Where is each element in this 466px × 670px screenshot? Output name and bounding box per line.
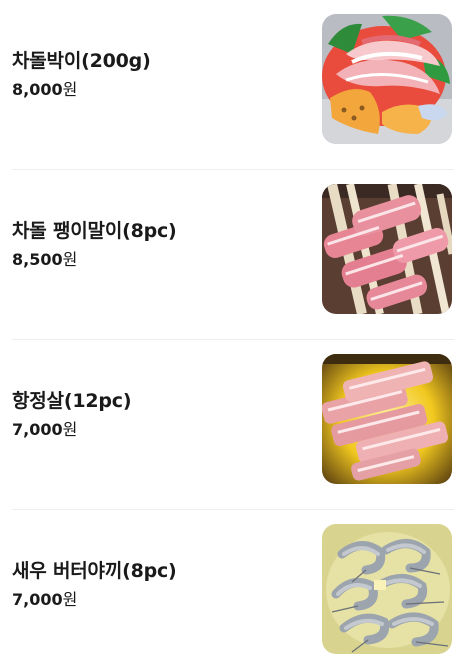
price-currency: 원: [62, 80, 78, 99]
price-value: 7,000: [12, 420, 63, 439]
menu-item-name: 새우 버터야끼(8pc): [12, 560, 177, 582]
pork-jowl-photo[interactable]: [322, 354, 452, 484]
price-value: 8,500: [12, 250, 63, 269]
price-value: 8,000: [12, 80, 63, 99]
menu-item-enoki-roll[interactable]: 차돌 팽이말이(8pc) 8,500원: [0, 170, 466, 340]
menu-item-text: 차돌박이(200g) 8,000원: [12, 48, 151, 101]
menu-item-hangjeongsal[interactable]: 항정살(12pc) 7,000원: [0, 340, 466, 510]
menu-item-price: 8,000원: [12, 79, 151, 101]
menu-item-text: 차돌 팽이말이(8pc) 8,500원: [12, 218, 177, 271]
shrimp-photo[interactable]: [322, 524, 452, 654]
price-value: 7,000: [12, 590, 63, 609]
menu-item-price: 7,000원: [12, 419, 131, 441]
price-currency: 원: [62, 590, 78, 609]
brisket-photo[interactable]: [322, 14, 452, 144]
menu-item-text: 새우 버터야끼(8pc) 7,000원: [12, 558, 177, 611]
menu-item-butter-shrimp[interactable]: 새우 버터야끼(8pc) 7,000원: [0, 510, 466, 670]
menu-item-name: 항정살(12pc): [12, 390, 132, 412]
enoki-roll-photo[interactable]: [322, 184, 452, 314]
price-currency: 원: [62, 420, 78, 439]
menu-item-price: 8,500원: [12, 249, 177, 271]
menu-item-chadolbaegi[interactable]: 차돌박이(200g) 8,000원: [0, 0, 466, 170]
menu-item-text: 항정살(12pc) 7,000원: [12, 388, 132, 441]
menu-item-price: 7,000원: [12, 589, 177, 611]
price-currency: 원: [62, 250, 78, 269]
menu-list: 차돌박이(200g) 8,000원 차돌 팽이말이(8pc) 8,500원 항정…: [0, 0, 466, 670]
menu-item-name: 차돌박이(200g): [12, 50, 151, 72]
menu-item-name: 차돌 팽이말이(8pc): [12, 220, 177, 242]
